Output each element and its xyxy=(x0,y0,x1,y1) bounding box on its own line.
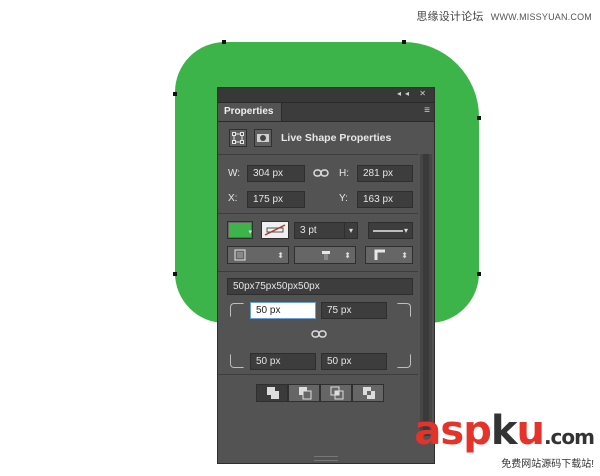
bounding-box-icon[interactable] xyxy=(229,129,247,147)
watermark-brand-a: asp xyxy=(414,408,491,454)
stroke-align-icon xyxy=(234,249,246,261)
chevron-down-icon[interactable]: ▾ xyxy=(404,223,408,238)
x-input[interactable]: 175 px xyxy=(247,191,305,208)
exclude-overlap-icon xyxy=(363,387,375,399)
chain-link-icon[interactable] xyxy=(311,327,327,344)
subtract-front-button[interactable] xyxy=(288,384,320,402)
exclude-overlap-button[interactable] xyxy=(352,384,384,402)
corner-top-left-icon xyxy=(230,303,244,317)
anchor-point[interactable] xyxy=(222,40,226,44)
height-label: H: xyxy=(339,168,349,179)
fill-color-swatch[interactable]: ▾ xyxy=(227,221,253,239)
panel-menu-icon[interactable]: ≡ xyxy=(424,105,430,116)
anchor-point[interactable] xyxy=(173,272,177,276)
height-input[interactable]: 281 px xyxy=(357,165,413,182)
anchor-point[interactable] xyxy=(477,272,481,276)
chevron-updown-icon[interactable]: ⬍ xyxy=(344,248,351,264)
top-watermark: 思缘设计论坛 WWW.MISSYUAN.COM xyxy=(416,8,592,24)
panel-scrollbar[interactable] xyxy=(420,154,432,436)
stroke-caps-dropdown[interactable]: ⬍ xyxy=(294,246,356,264)
dimensions-section: W: 304 px H: 281 px X: 175 px Y: 163 px xyxy=(218,155,418,214)
path-operations-group xyxy=(256,384,384,402)
anchor-point[interactable] xyxy=(402,40,406,44)
tab-properties[interactable]: Properties xyxy=(218,103,282,121)
stroke-color-swatch[interactable] xyxy=(261,221,289,239)
appearance-section: ▾ 3 pt ▾ ▾ ⬍ ⬍ ⬍ xyxy=(218,214,418,272)
stroke-type-dropdown[interactable]: ▾ xyxy=(368,222,413,239)
watermark-brand-k: k xyxy=(490,408,518,454)
bottom-left-radius-input[interactable]: 50 px xyxy=(250,353,316,370)
corner-radius-section: 50px75px50px50px 50 px 75 px 50 px 50 px xyxy=(218,272,418,375)
panel-resize-grip[interactable] xyxy=(314,456,338,461)
y-input[interactable]: 163 px xyxy=(357,191,413,208)
collapse-close-icons[interactable]: ◂◂ ✕ xyxy=(397,89,430,98)
top-left-radius-input[interactable]: 50 px xyxy=(250,302,316,319)
stroke-width-value: 3 pt xyxy=(300,225,317,236)
bottom-right-radius-input[interactable]: 50 px xyxy=(321,353,387,370)
intersect-shapes-icon xyxy=(330,386,344,400)
live-shape-header: Live Shape Properties xyxy=(218,122,418,155)
stroke-corners-dropdown[interactable]: ⬍ xyxy=(365,246,413,264)
width-label: W: xyxy=(228,168,241,179)
subtract-front-icon xyxy=(299,387,312,400)
combine-shapes-button[interactable] xyxy=(256,384,288,402)
line-style-icon xyxy=(373,230,403,232)
watermark-brand: aspku.com xyxy=(414,408,595,457)
watermark-brand-suffix: .com xyxy=(543,425,595,449)
stroke-align-dropdown[interactable]: ⬍ xyxy=(227,246,289,264)
x-label: X: xyxy=(228,193,238,204)
mask-icon[interactable] xyxy=(254,129,272,147)
width-input[interactable]: 304 px xyxy=(247,165,305,182)
stroke-width-field[interactable]: 3 pt ▾ xyxy=(294,222,358,239)
chain-link-icon[interactable] xyxy=(313,166,329,183)
watermark-brand-u: u xyxy=(516,408,545,454)
chevron-down-icon[interactable]: ▾ xyxy=(343,223,353,238)
corner-top-right-icon xyxy=(397,303,411,317)
chevron-updown-icon[interactable]: ⬍ xyxy=(401,248,408,264)
panel-tab-row: Properties ≡ xyxy=(218,103,434,122)
combine-shapes-icon xyxy=(267,387,279,399)
scrollbar-thumb[interactable] xyxy=(423,154,429,436)
watermark-caption: 免费网站源码下载站! xyxy=(501,459,594,470)
top-watermark-url: WWW.MISSYUAN.COM xyxy=(490,12,592,22)
corner-bottom-left-icon xyxy=(230,354,244,368)
anchor-point[interactable] xyxy=(477,116,481,120)
intersect-shapes-button[interactable] xyxy=(320,384,352,402)
stroke-caps-icon xyxy=(322,251,330,260)
top-watermark-text: 思缘设计论坛 xyxy=(416,11,484,23)
corner-bottom-right-icon xyxy=(397,354,411,368)
properties-panel: ◂◂ ✕ Properties ≡ Live Shape Properties … xyxy=(217,87,435,464)
top-right-radius-input[interactable]: 75 px xyxy=(321,302,387,319)
anchor-point[interactable] xyxy=(173,92,177,96)
chevron-updown-icon[interactable]: ⬍ xyxy=(277,248,284,264)
corner-radius-summary[interactable]: 50px75px50px50px xyxy=(227,278,413,295)
bottom-watermark: aspku.com 免费网站源码下载站! xyxy=(414,408,595,470)
panel-section-title: Live Shape Properties xyxy=(281,132,392,144)
y-label: Y: xyxy=(339,193,348,204)
panel-titlebar[interactable]: ◂◂ ✕ xyxy=(218,88,434,103)
stroke-corners-icon xyxy=(374,249,385,260)
